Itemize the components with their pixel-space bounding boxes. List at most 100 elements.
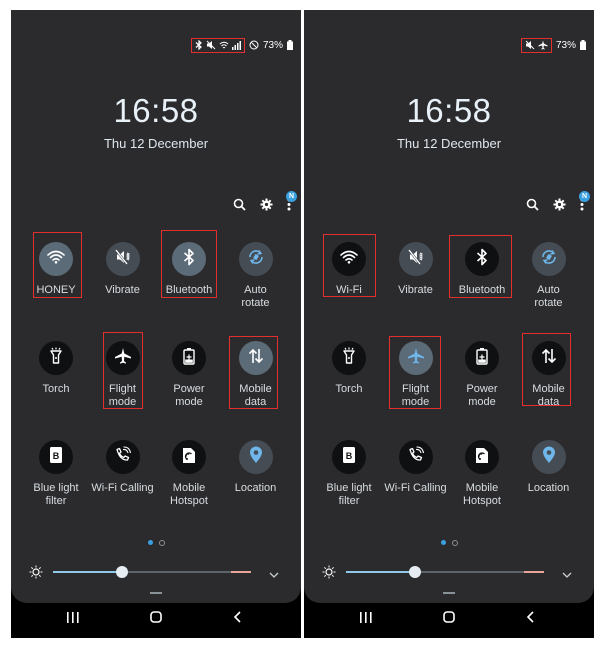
torch-icon (342, 347, 356, 370)
chevron-down-icon[interactable] (269, 566, 279, 584)
tile-label: Auto rotate (241, 284, 270, 309)
vibrate-icon (407, 248, 425, 270)
mute-status-icon (525, 40, 535, 50)
tile-label: Power mode (173, 383, 205, 408)
recent-apps-icon[interactable] (67, 610, 79, 626)
tile-hotspot[interactable]: Mobile Hotspot (156, 440, 222, 508)
battery-icon (287, 40, 293, 50)
torch-toggle-button[interactable] (332, 341, 366, 375)
vibrate-toggle-button[interactable] (105, 242, 140, 276)
tile-wifi-calling[interactable]: Wi-Fi Calling (90, 440, 156, 495)
location-toggle-button[interactable] (531, 440, 566, 474)
vibrate-toggle-button[interactable] (398, 242, 433, 276)
tile-label: Torch (335, 383, 363, 395)
brightness-fill (53, 571, 123, 573)
blue-light-toggle-button[interactable]: B (39, 440, 73, 474)
status-highlight (190, 37, 245, 53)
search-icon[interactable] (233, 198, 246, 216)
brightness-slider-thumb[interactable] (409, 566, 422, 578)
recent-apps-icon[interactable] (360, 610, 372, 626)
search-icon[interactable] (526, 198, 539, 216)
hotspot-toggle-button[interactable] (172, 440, 206, 474)
auto-rotate-icon (540, 248, 558, 271)
battery-percent: 73% (555, 39, 576, 51)
home-icon[interactable] (150, 610, 162, 626)
back-icon[interactable] (526, 610, 534, 626)
gear-icon[interactable] (260, 198, 273, 216)
tile-hotspot[interactable]: Mobile Hotspot (449, 440, 515, 508)
home-icon[interactable] (443, 610, 455, 626)
auto-rotate-toggle-button[interactable] (531, 242, 566, 276)
brightness-sun-icon (29, 565, 43, 584)
phone-screen-right: 73% 16:58 Thu 12 December N Wi-Fi Vibrate… (304, 10, 594, 638)
notification-badge: N (579, 191, 590, 202)
tile-power-mode[interactable]: Power mode (156, 341, 222, 409)
tile-label: Blue light filter (326, 482, 372, 507)
tile-blue-light[interactable]: B Blue light filter (316, 440, 382, 508)
power-mode-toggle-button[interactable] (465, 341, 499, 375)
page-dot[interactable] (451, 540, 458, 546)
highlight-mobile-data (522, 333, 571, 406)
status-highlight (520, 37, 552, 53)
dnd-status-icon (249, 40, 259, 50)
tile-location[interactable]: Location (223, 440, 289, 495)
wifi-status-icon (219, 41, 229, 50)
torch-icon (49, 347, 63, 370)
chevron-down-icon[interactable] (562, 566, 572, 584)
page-indicator (304, 540, 594, 546)
battery-icon (580, 40, 586, 50)
more-options-icon[interactable]: N (579, 191, 590, 216)
status-bar: 73% (520, 37, 586, 53)
quick-panel: 73% 16:58 Thu 12 December N HONEY Vibrate… (11, 10, 301, 603)
blue-light-toggle-button[interactable]: B (332, 440, 366, 474)
hotspot-toggle-button[interactable] (465, 440, 499, 474)
brightness-warm-segment (524, 571, 544, 573)
clock: 16:58 (406, 92, 492, 129)
wifi-calling-toggle-button[interactable] (105, 440, 140, 474)
svg-text:B: B (53, 451, 60, 461)
panel-toolbar: N (233, 191, 297, 216)
tile-auto-rotate[interactable]: Auto rotate (516, 242, 582, 310)
brightness-row (25, 564, 285, 580)
brightness-sun-icon (322, 565, 336, 584)
torch-toggle-button[interactable] (39, 341, 73, 375)
page-dot[interactable] (158, 540, 165, 546)
location-icon (542, 446, 556, 469)
drag-handle[interactable] (150, 592, 162, 594)
location-toggle-button[interactable] (238, 440, 273, 474)
location-icon (249, 446, 263, 469)
vibrate-icon (114, 248, 132, 270)
tile-wifi-calling[interactable]: Wi-Fi Calling (383, 440, 449, 495)
tile-label: Wi-Fi Calling (91, 482, 154, 494)
tile-auto-rotate[interactable]: Auto rotate (223, 242, 289, 310)
tile-label: Location (527, 482, 570, 494)
tile-vibrate[interactable]: Vibrate (90, 242, 156, 297)
power-mode-icon (475, 347, 489, 370)
tile-torch[interactable]: Torch (316, 341, 382, 396)
more-options-icon[interactable]: N (286, 191, 297, 216)
notification-badge: N (286, 191, 297, 202)
tile-location[interactable]: Location (516, 440, 582, 495)
page-indicator (11, 540, 301, 546)
mute-status-icon (206, 40, 216, 50)
brightness-slider-thumb[interactable] (116, 566, 129, 578)
tile-blue-light[interactable]: B Blue light filter (23, 440, 89, 508)
wifi-calling-toggle-button[interactable] (398, 440, 433, 474)
back-icon[interactable] (233, 610, 241, 626)
gear-icon[interactable] (553, 198, 566, 216)
power-mode-toggle-button[interactable] (172, 341, 206, 375)
brightness-row (318, 564, 578, 580)
tile-power-mode[interactable]: Power mode (449, 341, 515, 409)
wifi-calling-icon (114, 445, 132, 469)
battery-percent: 73% (262, 39, 283, 51)
highlight-bluetooth (161, 230, 217, 298)
page-dot-active[interactable] (147, 540, 153, 545)
drag-handle[interactable] (443, 592, 455, 594)
tile-torch[interactable]: Torch (23, 341, 89, 396)
hotspot-icon (181, 446, 197, 469)
brightness-fill (346, 571, 416, 573)
auto-rotate-toggle-button[interactable] (238, 242, 273, 276)
tile-vibrate[interactable]: Vibrate (383, 242, 449, 297)
highlight-wifi (33, 232, 82, 298)
page-dot-active[interactable] (440, 540, 446, 545)
